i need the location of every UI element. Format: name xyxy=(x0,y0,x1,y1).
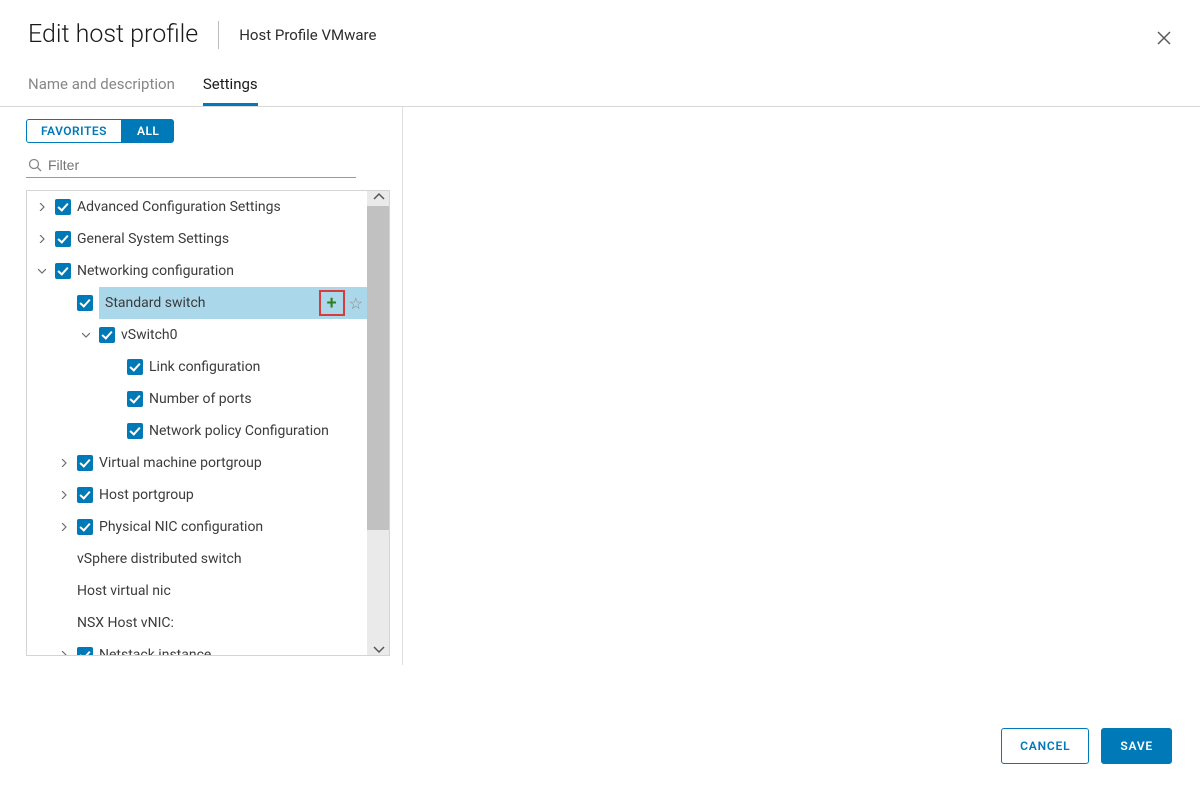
tree-netstack-instance[interactable]: Netstack instance xyxy=(27,639,367,655)
tree-label: Network policy Configuration xyxy=(149,423,367,439)
checkbox[interactable] xyxy=(77,647,93,655)
tree-label: Host virtual nic xyxy=(77,583,367,599)
tree-vm-portgroup[interactable]: Virtual machine portgroup xyxy=(27,447,367,479)
favorite-star-icon[interactable]: ☆ xyxy=(349,294,363,313)
tab-name-description[interactable]: Name and description xyxy=(28,75,175,106)
tree-label: Advanced Configuration Settings xyxy=(77,199,367,215)
chevron-right-icon[interactable] xyxy=(57,459,71,467)
checkbox[interactable] xyxy=(77,455,93,471)
tree-label: General System Settings xyxy=(77,231,367,247)
settings-tree: Advanced Configuration Settings General … xyxy=(26,190,390,656)
filter-input[interactable] xyxy=(48,157,354,173)
tree-label: Standard switch xyxy=(105,295,319,311)
chevron-down-icon[interactable] xyxy=(79,331,93,339)
tree-number-of-ports[interactable]: Number of ports xyxy=(27,383,367,415)
tree-label: Networking configuration xyxy=(77,263,367,279)
tree-vswitch0[interactable]: vSwitch0 xyxy=(27,319,367,351)
chevron-down-icon[interactable] xyxy=(27,299,65,307)
tree-general-system[interactable]: General System Settings xyxy=(27,223,367,255)
tab-settings[interactable]: Settings xyxy=(203,75,258,106)
checkbox[interactable] xyxy=(77,487,93,503)
chevron-right-icon[interactable] xyxy=(35,203,49,211)
tree-physical-nic[interactable]: Physical NIC configuration xyxy=(27,511,367,543)
tree-host-virtual-nic[interactable]: Host virtual nic xyxy=(27,575,367,607)
dialog-header: Edit host profile Host Profile VMware xyxy=(0,0,1200,63)
tree-link-config[interactable]: Link configuration xyxy=(27,351,367,383)
tree-host-portgroup[interactable]: Host portgroup xyxy=(27,479,367,511)
left-pane: FAVORITES ALL Advanced Configuration Set… xyxy=(0,107,403,665)
close-icon[interactable] xyxy=(1156,30,1172,46)
cancel-button[interactable]: CANCEL xyxy=(1001,728,1089,764)
tree-networking-config[interactable]: Networking configuration xyxy=(27,255,367,287)
checkbox[interactable] xyxy=(77,295,93,311)
tree-standard-switch[interactable]: Standard switch + ☆ xyxy=(99,287,367,319)
chevron-right-icon[interactable] xyxy=(57,523,71,531)
tab-bar: Name and description Settings xyxy=(0,63,1200,107)
title-divider xyxy=(218,21,219,49)
checkbox[interactable] xyxy=(55,231,71,247)
tree-vsphere-distributed-switch[interactable]: vSphere distributed switch xyxy=(27,543,367,575)
tree-nsx-host-vnic[interactable]: NSX Host vNIC: xyxy=(27,607,367,639)
scroll-thumb[interactable] xyxy=(367,206,389,530)
dialog-title: Edit host profile xyxy=(28,20,198,49)
tree-advanced-config[interactable]: Advanced Configuration Settings xyxy=(27,191,367,223)
scrollbar[interactable] xyxy=(367,191,389,655)
tree-network-policy-config[interactable]: Network policy Configuration xyxy=(27,415,367,447)
chevron-down-icon[interactable] xyxy=(35,267,49,275)
tree-label: Physical NIC configuration xyxy=(99,519,367,535)
checkbox[interactable] xyxy=(55,263,71,279)
tree-label: NSX Host vNIC: xyxy=(77,615,367,631)
favorites-all-toggle: FAVORITES ALL xyxy=(26,119,402,143)
checkbox[interactable] xyxy=(127,391,143,407)
checkbox[interactable] xyxy=(77,519,93,535)
dialog-subtitle: Host Profile VMware xyxy=(239,26,376,44)
tree-label: vSphere distributed switch xyxy=(77,551,367,567)
scroll-down-icon[interactable] xyxy=(373,644,385,654)
checkbox[interactable] xyxy=(127,359,143,375)
tree-label: Link configuration xyxy=(149,359,367,375)
tree-label: Netstack instance xyxy=(99,647,367,655)
save-button[interactable]: SAVE xyxy=(1101,728,1172,764)
toggle-all[interactable]: ALL xyxy=(122,119,174,143)
add-icon[interactable]: + xyxy=(319,290,345,316)
filter-field[interactable] xyxy=(26,153,356,178)
tree-label: vSwitch0 xyxy=(121,327,367,343)
dialog-footer: CANCEL SAVE xyxy=(0,708,1200,788)
tree-label: Number of ports xyxy=(149,391,367,407)
search-icon xyxy=(28,158,42,172)
checkbox[interactable] xyxy=(127,423,143,439)
chevron-right-icon[interactable] xyxy=(57,491,71,499)
tree-label: Host portgroup xyxy=(99,487,367,503)
chevron-right-icon[interactable] xyxy=(35,235,49,243)
tree-label: Virtual machine portgroup xyxy=(99,455,367,471)
chevron-right-icon[interactable] xyxy=(57,651,71,655)
scroll-up-icon[interactable] xyxy=(373,192,385,202)
toggle-favorites[interactable]: FAVORITES xyxy=(26,119,122,143)
checkbox[interactable] xyxy=(99,327,115,343)
checkbox[interactable] xyxy=(55,199,71,215)
